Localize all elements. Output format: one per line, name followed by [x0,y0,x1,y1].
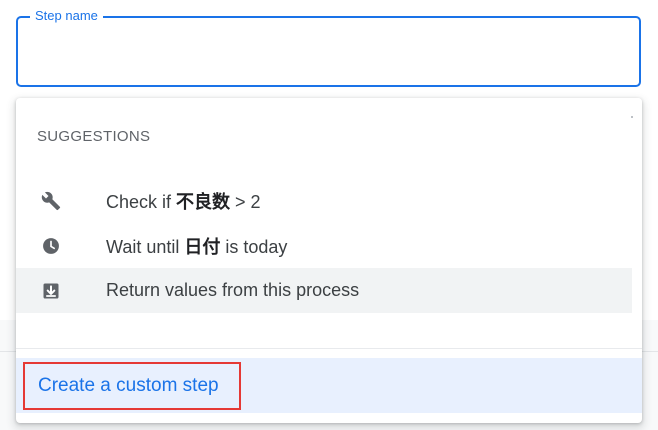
suggestion-item-label: Wait until 日付 is today [106,233,287,259]
suggestion-item-wait[interactable]: Wait until 日付 is today [16,223,632,268]
suggestions-dropdown: SUGGESTIONS Check if 不良数 > 2 Wait until … [16,98,642,423]
suggestions-header: SUGGESTIONS [37,128,151,145]
suggestions-scroll-thumb[interactable] [631,116,633,118]
dropdown-divider [16,348,642,349]
return-arrow-icon [41,281,61,301]
suggestion-item-label: Return values from this process [106,280,359,301]
suggestion-text-field-name: 日付 [184,236,221,257]
suggestion-text-suffix: > 2 [230,191,261,212]
suggestion-item-label: Check if 不良数 > 2 [106,188,261,214]
suggestion-item-check[interactable]: Check if 不良数 > 2 [16,178,632,223]
wrench-icon [41,191,61,211]
step-name-label: Step name [30,7,103,25]
suggestion-text-prefix: Check if [106,191,177,212]
create-custom-step-link[interactable]: Create a custom step [23,362,241,410]
clock-icon [41,236,61,256]
app-stage: Step name SUGGESTIONS Check if 不良数 > 2 W… [0,0,658,430]
suggestion-text-suffix: is today [220,236,288,257]
suggestions-scrollbar[interactable] [632,98,642,348]
step-name-field[interactable]: Step name [16,7,641,87]
suggestion-item-return[interactable]: Return values from this process [16,268,632,313]
suggestion-text-field-name: 不良数 [176,191,231,212]
suggestion-text-prefix: Wait until [106,236,185,257]
suggestion-text-prefix: Return values from this process [106,280,360,300]
step-name-input[interactable] [32,38,622,68]
